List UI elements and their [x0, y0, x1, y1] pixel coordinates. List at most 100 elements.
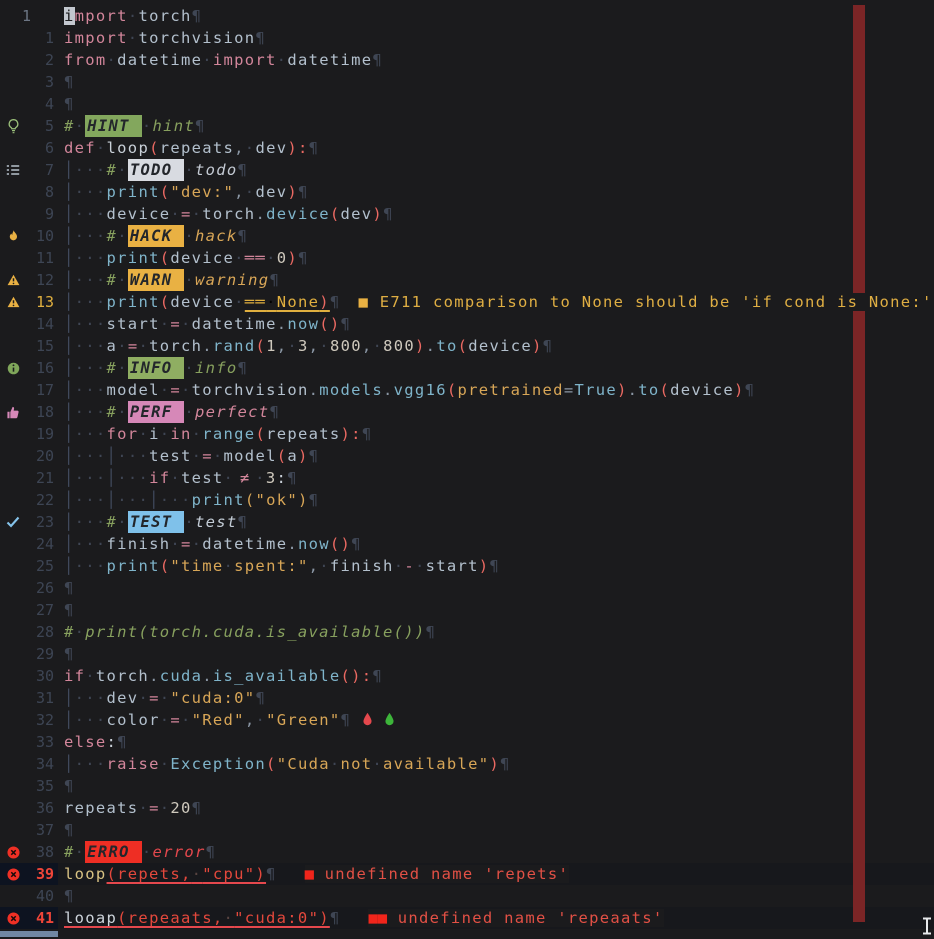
- token-op: -: [404, 557, 415, 575]
- code-line[interactable]: 37¶: [0, 819, 934, 841]
- code-line[interactable]: 7│···#·TODO·todo¶: [0, 159, 934, 181]
- token-eol: ¶: [351, 535, 362, 553]
- token-sp: ·: [234, 293, 245, 311]
- code-line[interactable]: 30if·torch.cuda.is_available():¶: [0, 665, 934, 687]
- token-eol: ¶: [64, 821, 75, 839]
- token-sp: ···: [75, 227, 107, 245]
- code-line[interactable]: 1import·torchvision¶: [0, 27, 934, 49]
- code-text: repeats·=·20¶: [64, 797, 934, 819]
- line-number: 15: [22, 335, 54, 357]
- code-text: │···print(device·══·0)¶: [64, 247, 934, 269]
- token-id: a: [107, 337, 118, 355]
- token-sp: ·: [117, 227, 128, 245]
- token-sp: ···: [75, 249, 107, 267]
- code-line[interactable]: 8│···print("dev:",·dev)¶: [0, 181, 934, 203]
- token-ig: │: [64, 557, 75, 575]
- token-gr: .: [287, 535, 298, 553]
- code-line[interactable]: 34│···raise·Exception("Cuda·not·availabl…: [0, 753, 934, 775]
- token-sp: ···: [75, 513, 107, 531]
- code-line[interactable]: 2from·datetime·import·datetime¶: [0, 49, 934, 71]
- token-eol: ¶: [372, 667, 383, 685]
- code-line[interactable]: 16│···#·INFO·info¶: [0, 357, 934, 379]
- code-line[interactable]: 9│···device·=·torch.device(dev)¶: [0, 203, 934, 225]
- token-str: "cuda:0": [170, 689, 255, 707]
- code-line[interactable]: 21│···│···if·test·≠·3:¶: [0, 467, 934, 489]
- token-sp: ···: [75, 557, 107, 575]
- token-fn: models: [319, 381, 383, 399]
- code-line[interactable]: 31│···dev·=·"cuda:0"¶: [0, 687, 934, 709]
- token-eol: ¶: [287, 469, 298, 487]
- token-num: 20: [170, 799, 191, 817]
- code-line[interactable]: 40¶: [0, 885, 934, 907]
- token-sp: ···: [75, 689, 107, 707]
- token-gr: .: [277, 315, 288, 333]
- gutter-sign-empty: [3, 467, 23, 489]
- code-line[interactable]: 4¶: [0, 93, 934, 115]
- code-line[interactable]: 11│···print(device·══·0)¶: [0, 247, 934, 269]
- token-pr: (: [458, 337, 469, 355]
- gutter-sign-empty: [3, 203, 23, 225]
- code-line[interactable]: 18│···#·PERF·perfect¶: [0, 401, 934, 423]
- code-line[interactable]: 17│···model·=·torchvision.models.vgg16(p…: [0, 379, 934, 401]
- token-pr: ): [734, 381, 745, 399]
- code-line[interactable]: 10│···#·HACK·hack¶: [0, 225, 934, 247]
- code-text: import·torch¶: [64, 5, 934, 27]
- text-cursor-block: i: [64, 7, 75, 25]
- code-line[interactable]: 32│···color·=·"Red",·"Green"¶: [0, 709, 934, 731]
- code-line[interactable]: 33else:¶: [0, 731, 934, 753]
- token-num: 800: [330, 337, 362, 355]
- token-fn: print: [192, 491, 245, 509]
- token-fn: rand: [213, 337, 256, 355]
- diagnostic-virtual-text: ■ undefined name 'repets': [305, 865, 570, 883]
- gutter-sign-empty: [3, 885, 23, 907]
- token-pr: ): [319, 293, 330, 311]
- code-text: from·datetime·import·datetime¶: [64, 49, 934, 71]
- token-id: device: [670, 381, 734, 399]
- editor-buffer[interactable]: 1import·torch¶1import·torchvision¶2from·…: [0, 0, 934, 937]
- code-line[interactable]: 36repeats·=·20¶: [0, 797, 934, 819]
- code-line[interactable]: 25│···print("time·spent:",·finish·-·star…: [0, 555, 934, 577]
- code-line[interactable]: 38#·ERRO·error¶: [0, 841, 934, 863]
- list-icon: [3, 159, 23, 181]
- code-line[interactable]: 3¶: [0, 71, 934, 93]
- token-ig: │: [64, 447, 75, 465]
- code-line[interactable]: 26¶: [0, 577, 934, 599]
- gutter-sign-empty: [3, 577, 23, 599]
- code-line[interactable]: 24│···finish·=·datetime.now()¶: [0, 533, 934, 555]
- code-line[interactable]: 41looap(repeaats,·"cuda:0")¶■■ undefined…: [0, 907, 934, 929]
- code-line[interactable]: 14│···start·=·datetime.now()¶: [0, 313, 934, 335]
- code-line[interactable]: 28#·print(torch.cuda.is_available())¶: [0, 621, 934, 643]
- code-line[interactable]: 27¶: [0, 599, 934, 621]
- gutter-sign-empty: [3, 335, 23, 357]
- token-lWARN: warning: [195, 271, 269, 289]
- code-line[interactable]: 6def·loop(repeats,·dev):¶: [0, 137, 934, 159]
- code-line[interactable]: 13│···print(device·══·None)¶■ E711 compa…: [0, 291, 934, 313]
- token-cm: #: [107, 513, 118, 531]
- code-line[interactable]: 12│···#·WARN·warning¶: [0, 269, 934, 291]
- code-line[interactable]: 39loop(repets,·"cpu")¶■ undefined name '…: [0, 863, 934, 885]
- token-pr: ): [298, 447, 309, 465]
- diagnostic-severity-icon: ■: [305, 865, 314, 883]
- code-text: if·torch.cuda.is_available():¶: [64, 665, 934, 687]
- token-sp: ·: [192, 425, 203, 443]
- code-line[interactable]: 1import·torch¶: [0, 5, 934, 27]
- code-line[interactable]: 23│···#·TEST·test¶: [0, 511, 934, 533]
- token-lINFO: info: [195, 359, 238, 377]
- error-icon: [3, 841, 23, 863]
- token-eol: ¶: [255, 29, 266, 47]
- token-sp: ···: [75, 425, 107, 443]
- token-sp: ···: [75, 469, 107, 487]
- code-line[interactable]: 19│···for·i·in·range(repeats):¶: [0, 423, 934, 445]
- token-ig: │: [64, 205, 75, 223]
- code-line[interactable]: 20│···│···test·=·model(a)¶: [0, 445, 934, 467]
- code-line[interactable]: 35¶: [0, 775, 934, 797]
- code-text: ¶: [64, 819, 934, 841]
- token-er: (repets,: [107, 865, 192, 883]
- code-line[interactable]: 5#·HINT·hint¶: [0, 115, 934, 137]
- token-eol: ¶: [64, 73, 75, 91]
- code-line[interactable]: 22│···│···│···print("ok")¶: [0, 489, 934, 511]
- token-op: =: [170, 711, 181, 729]
- code-line[interactable]: 15│···a·=·torch.rand(1,·3,·800,·800).to(…: [0, 335, 934, 357]
- token-eol: ¶: [426, 623, 437, 641]
- code-line[interactable]: 29¶: [0, 643, 934, 665]
